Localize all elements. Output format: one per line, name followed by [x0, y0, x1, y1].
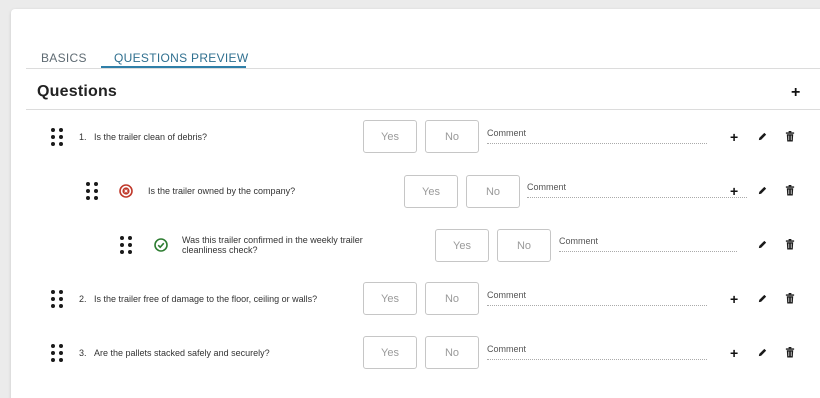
add-subquestion-button[interactable]: +: [730, 184, 738, 198]
edit-icon[interactable]: [757, 185, 768, 196]
no-button[interactable]: No: [466, 175, 520, 208]
yes-button[interactable]: Yes: [435, 229, 489, 262]
question-number: 1.: [79, 132, 87, 142]
no-button[interactable]: No: [425, 336, 479, 369]
question-text: Is the trailer free of damage to the flo…: [94, 294, 318, 304]
add-subquestion-button[interactable]: +: [730, 346, 738, 360]
add-question-button[interactable]: +: [791, 85, 800, 101]
rejected-status-icon: [119, 184, 133, 198]
section-divider: [26, 109, 820, 110]
trash-icon[interactable]: [785, 185, 795, 196]
drag-handle-icon[interactable]: [51, 290, 63, 308]
yes-button[interactable]: Yes: [363, 120, 417, 153]
drag-handle-icon[interactable]: [51, 128, 63, 146]
drag-handle-icon[interactable]: [120, 236, 132, 254]
tabs-divider: [26, 68, 820, 69]
comment-input[interactable]: Comment: [487, 128, 707, 144]
tab-basics[interactable]: BASICS: [41, 51, 87, 65]
drag-handle-icon[interactable]: [51, 344, 63, 362]
yes-button[interactable]: Yes: [404, 175, 458, 208]
tab-questions-preview[interactable]: QUESTIONS PREVIEW: [114, 51, 248, 65]
comment-input[interactable]: Comment: [487, 290, 707, 306]
comment-input[interactable]: Comment: [559, 236, 737, 252]
question-text: Are the pallets stacked safely and secur…: [94, 348, 270, 358]
trash-icon[interactable]: [785, 347, 795, 358]
edit-icon[interactable]: [757, 131, 768, 142]
trash-icon[interactable]: [785, 239, 795, 250]
question-text: Was this trailer confirmed in the weekly…: [182, 235, 363, 255]
trash-icon[interactable]: [785, 293, 795, 304]
add-subquestion-button[interactable]: +: [730, 292, 738, 306]
no-button[interactable]: No: [497, 229, 551, 262]
comment-input[interactable]: Comment: [487, 344, 707, 360]
no-button[interactable]: No: [425, 120, 479, 153]
edit-icon[interactable]: [757, 347, 768, 358]
drag-handle-icon[interactable]: [86, 182, 98, 200]
yes-button[interactable]: Yes: [363, 336, 417, 369]
accepted-status-icon: [154, 238, 168, 252]
question-text: Is the trailer owned by the company?: [148, 186, 296, 196]
edit-icon[interactable]: [757, 293, 768, 304]
edit-icon[interactable]: [757, 239, 768, 250]
question-text: Is the trailer clean of debris?: [94, 132, 208, 142]
trash-icon[interactable]: [785, 131, 795, 142]
question-number: 2.: [79, 294, 87, 304]
no-button[interactable]: No: [425, 282, 479, 315]
yes-button[interactable]: Yes: [363, 282, 417, 315]
question-number: 3.: [79, 348, 87, 358]
add-subquestion-button[interactable]: +: [730, 130, 738, 144]
comment-input[interactable]: Comment: [527, 182, 747, 198]
section-title: Questions: [37, 83, 118, 100]
